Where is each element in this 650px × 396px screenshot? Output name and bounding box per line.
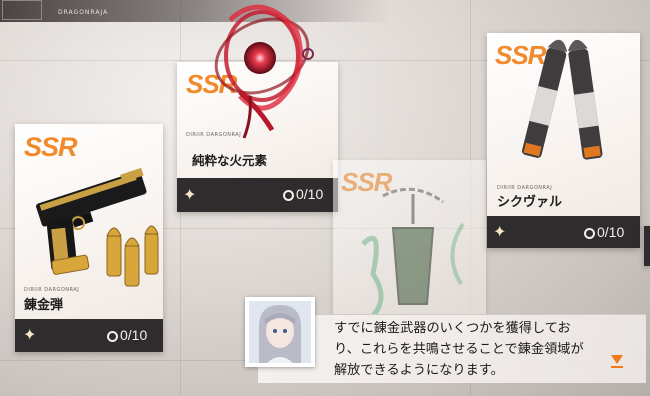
card-code: DIRIIR DARGONRAJ — [24, 287, 80, 293]
sparkle-icon: ✦ — [23, 325, 37, 344]
sparkle-icon: ✦ — [183, 185, 197, 204]
card-footer: ✦ 0/10 — [15, 319, 163, 352]
fire-element-icon — [214, 4, 314, 139]
torpedo-icon — [521, 39, 603, 160]
next-arrow-icon[interactable] — [611, 355, 623, 364]
avatar — [245, 297, 315, 367]
currency-icon — [584, 227, 595, 239]
dialog-line: り、これらを共鳴させることで錬金領域が — [334, 342, 584, 357]
card-name: 純粋な火元素 — [192, 153, 268, 168]
sparkle-icon: ✦ — [493, 222, 507, 241]
currency-icon — [107, 330, 118, 342]
card-footer: ✦ 0/10 — [177, 178, 338, 212]
card-name: シクヴァル — [497, 195, 563, 210]
count-display: 0/10 — [107, 327, 147, 343]
card-footer — [644, 226, 650, 266]
count-value: 0/10 — [120, 327, 148, 343]
dialog-text: すでに錬金武器のいくつかを獲得してお り、これらを共鳴させることで錬金領域が 解… — [334, 318, 634, 381]
item-card-partial — [644, 226, 650, 266]
next-arrow-bar — [611, 366, 623, 368]
currency-icon — [283, 189, 294, 201]
character-portrait-icon — [249, 301, 311, 363]
top-left-frame — [2, 0, 42, 20]
dialog-box[interactable]: すでに錬金武器のいくつかを獲得してお り、これらを共鳴させることで錬金領域が 解… — [258, 314, 646, 383]
count-display: 0/10 — [584, 224, 624, 240]
count-display: 0/10 — [283, 186, 323, 202]
card-footer: ✦ 0/10 — [487, 216, 640, 248]
item-card-shkval[interactable]: SSR DIRIIR DARGONRAJ シクヴァル ✦ 0/10 — [487, 33, 640, 248]
count-value: 0/10 — [296, 186, 324, 202]
brand-text: DRAGONRAJA — [58, 9, 109, 16]
dialog-line: 解放できるようになります。 — [334, 363, 504, 378]
item-card-alchemy-bullet[interactable]: SSR DIRIIR DARGONRAJ 錬金弾 ✦ 0/10 — [15, 124, 163, 352]
pistol-icon — [36, 167, 159, 287]
card-name: 錬金弾 — [24, 298, 64, 313]
count-value: 0/10 — [597, 224, 625, 240]
green-pendant-icon — [361, 187, 465, 327]
dialog-line: すでに錬金武器のいくつかを獲得してお — [334, 321, 571, 336]
